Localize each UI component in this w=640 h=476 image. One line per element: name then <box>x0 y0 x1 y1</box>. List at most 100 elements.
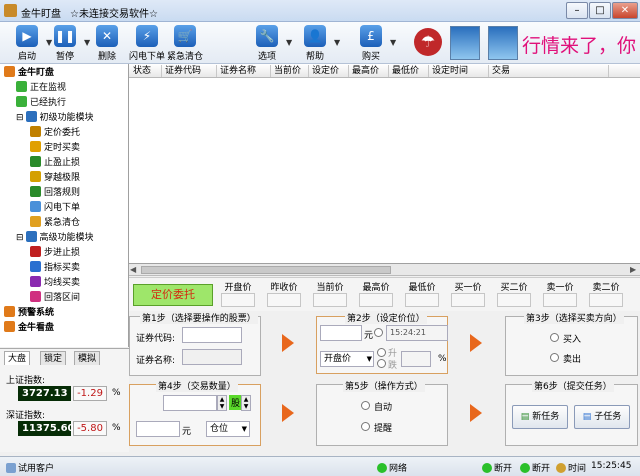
dropdown-arrow-icon[interactable]: ▼ <box>334 38 340 47</box>
pound-icon: £ <box>360 25 382 47</box>
remind-radio[interactable] <box>361 422 370 431</box>
sub-task-button[interactable]: ▤ 子任务 <box>574 405 630 429</box>
toolbar-button-6[interactable]: 👤 帮助 <box>296 24 334 62</box>
step4-title: 第4步（交易数量） <box>156 379 238 392</box>
column-header[interactable]: 最高价 <box>349 65 389 77</box>
tree-item[interactable]: 步进止损 <box>30 246 80 260</box>
lightning-icon: ⚡ <box>136 25 158 47</box>
time-radio[interactable] <box>374 328 383 337</box>
tab-1[interactable]: 锁定 <box>40 351 67 365</box>
tree-item[interactable]: 定价委托 <box>30 126 80 140</box>
flower-icon <box>4 66 15 77</box>
toolbar-button-0[interactable]: ▶ 启动 <box>8 24 46 62</box>
price-input[interactable] <box>320 325 362 341</box>
name-field <box>182 349 242 365</box>
connection-status-2: 断开 <box>520 461 550 474</box>
arrow-icon-2 <box>470 334 482 352</box>
position-select[interactable]: 仓位 ▼ <box>206 421 250 437</box>
rise-radio[interactable] <box>377 348 386 357</box>
dropdown-arrow-icon[interactable]: ▼ <box>286 38 292 47</box>
toolbar-button-7[interactable]: £ 购买 <box>352 24 390 62</box>
task-grid[interactable]: 状态 证券代码 证券名称 当前价 设定价 最高价 最低价 设定时间 交易 <box>129 64 640 264</box>
tree-item[interactable]: ⊟ 初级功能模块 <box>16 111 94 125</box>
toolbar-button-4[interactable]: 🛒 紧急清仓 <box>166 24 204 62</box>
column-header[interactable]: 最低价 <box>389 65 429 77</box>
tree-item-label: 步进止损 <box>44 248 81 258</box>
quantity-stepper[interactable]: ▲ ▼ <box>217 395 227 411</box>
toolbar-button-5[interactable]: 🔧 选项 <box>248 24 286 62</box>
column-header[interactable]: 状态 <box>130 65 162 77</box>
fall-radio[interactable] <box>377 359 386 368</box>
tree-item[interactable]: 紧急清仓 <box>30 216 80 230</box>
quote-field-label: 开盘价 <box>224 283 252 293</box>
auto-radio[interactable] <box>361 401 370 410</box>
column-header[interactable]: 证券名称 <box>217 65 271 77</box>
tree-item-label: 指标买卖 <box>44 263 81 273</box>
maximize-button[interactable]: □ <box>589 2 611 19</box>
percent-input[interactable] <box>401 351 431 367</box>
new-task-button[interactable]: ▤ 新任务 <box>512 405 568 429</box>
column-header[interactable]: 证券代码 <box>162 65 217 77</box>
time-input[interactable]: 15:24:21 <box>386 325 448 341</box>
tree-item[interactable]: ⊟ 高级功能模块 <box>16 231 94 245</box>
dropdown-arrow-icon[interactable]: ▼ <box>390 38 396 47</box>
tree-item[interactable]: 回落规则 <box>30 186 80 200</box>
add-icon: ▤ <box>520 412 530 422</box>
ad-marquee[interactable]: ☂ 行情来了，你 <box>404 24 640 62</box>
horizontal-scrollbar[interactable]: ◀ ▶ <box>129 264 640 276</box>
function-tree: 金牛盯盘 正在监视 已经执行 ⊟ 初级功能模块 定价委托 定时买卖 止盈止损 穿越极限 回落规则闪… <box>0 64 129 347</box>
quote-field-label: 最高价 <box>362 283 390 293</box>
column-header[interactable]: 设定时间 <box>429 65 489 77</box>
quote-field-label: 卖一价 <box>546 283 574 293</box>
price-type-select[interactable]: 开盘价 ▼ <box>320 351 374 367</box>
tree-item[interactable]: 已经执行 <box>16 96 66 110</box>
book-icon <box>450 26 480 60</box>
quote-field-label: 最低价 <box>408 283 436 293</box>
tree-item[interactable]: 金牛看盘 <box>4 321 54 335</box>
expander-icon[interactable]: ⊟ <box>16 233 24 243</box>
tree-item[interactable]: 定时买卖 <box>30 141 80 155</box>
shares-stepper[interactable]: ▲ ▼ <box>241 395 251 411</box>
arrow-icon-4 <box>470 404 482 422</box>
sell-radio[interactable] <box>550 353 559 362</box>
quote-field-label: 买二价 <box>500 283 528 293</box>
clock-value: 15:25:45 <box>591 461 632 471</box>
module-icon <box>25 111 37 122</box>
tab-0[interactable]: 大盘 <box>4 351 31 365</box>
tree-item[interactable]: 止盈止损 <box>30 156 80 170</box>
toolbar-button-2[interactable]: ✕ 删除 <box>88 24 126 62</box>
tree-item[interactable]: 穿越极限 <box>30 171 80 185</box>
tab-2[interactable]: 模拟 <box>74 351 101 365</box>
index-value: 3727.13 <box>18 386 71 401</box>
scroll-thumb[interactable] <box>141 266 391 274</box>
tree-item[interactable]: 闪电下单 <box>30 201 80 215</box>
play-icon <box>16 81 27 92</box>
buy-radio[interactable] <box>550 333 559 342</box>
quantity-input[interactable] <box>163 395 217 411</box>
tree-item[interactable]: 金牛盯盘 <box>4 66 54 80</box>
sub-task-label: 子任务 <box>594 412 622 422</box>
flower-icon <box>4 306 15 317</box>
buy-label: 买入 <box>563 335 582 345</box>
tree-item[interactable]: 均线买卖 <box>30 276 80 290</box>
column-header[interactable]: 交易 <box>489 65 609 77</box>
minimize-button[interactable]: – <box>566 2 588 19</box>
amount-input[interactable] <box>136 421 180 437</box>
close-button[interactable]: ✕ <box>612 2 638 19</box>
code-input[interactable] <box>182 327 242 343</box>
toolbar-button-1[interactable]: ❚❚ 暂停 <box>46 24 84 62</box>
toolbar-button-3[interactable]: ⚡ 闪电下单 <box>128 24 166 62</box>
scroll-right-icon[interactable]: ▶ <box>630 265 636 274</box>
tree-item[interactable]: 正在监视 <box>16 81 66 95</box>
column-header[interactable]: 当前价 <box>271 65 309 77</box>
toolbar-label-6: 帮助 <box>305 52 324 62</box>
scroll-left-icon[interactable]: ◀ <box>130 265 136 274</box>
quote-field-value <box>451 293 485 307</box>
tree-item[interactable]: 预警系统 <box>4 306 54 320</box>
column-header[interactable]: 设定价 <box>309 65 349 77</box>
tree-item-label: 均线买卖 <box>44 278 81 288</box>
expander-icon[interactable]: ⊟ <box>16 113 24 123</box>
tree-item[interactable]: 回落区间 <box>30 291 80 305</box>
fall-label: 跌 <box>388 361 398 371</box>
tree-item[interactable]: 指标买卖 <box>30 261 80 275</box>
